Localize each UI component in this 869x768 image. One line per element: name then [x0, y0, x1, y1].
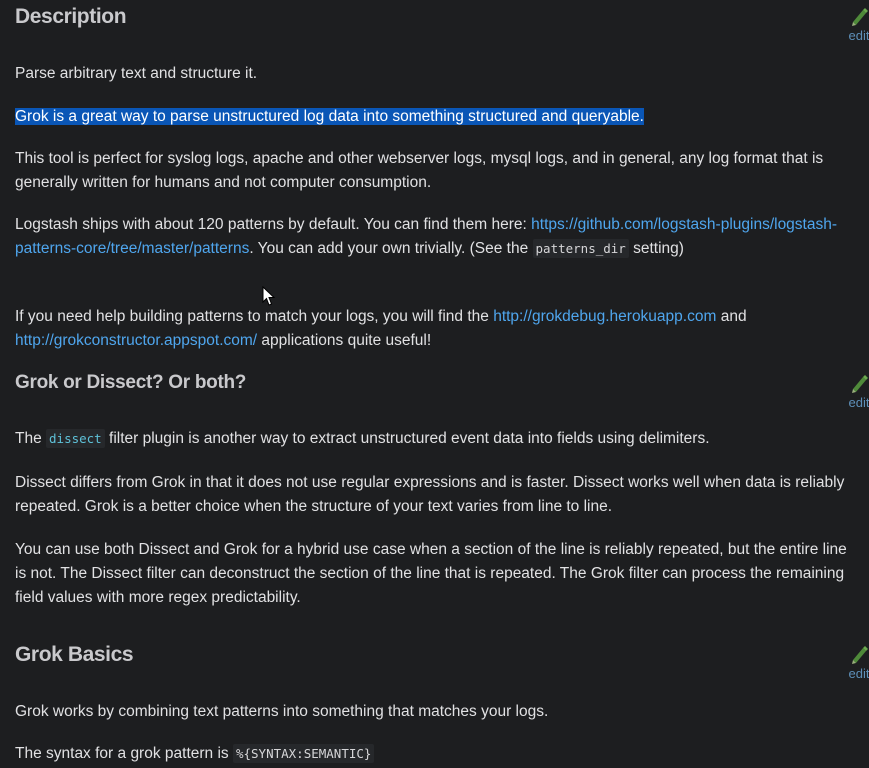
dissect-paragraph-2: Dissect differs from Grok in that it doe…	[15, 474, 845, 515]
dissect-paragraph-3: You can use both Dissect and Grok for a …	[15, 541, 847, 606]
edit-label: edit	[848, 28, 869, 43]
description-heading: Description	[15, 5, 127, 28]
basics-paragraph-2: The syntax for a grok pattern is %{SYNTA…	[15, 742, 375, 766]
dissect-heading: Grok or Dissect? Or both?	[15, 372, 247, 393]
description-paragraph-4: Logstash ships with about 120 patterns b…	[15, 216, 838, 258]
pencil-icon	[852, 8, 868, 26]
dissect-code: dissect	[46, 429, 105, 448]
edit-label: edit	[848, 666, 869, 681]
edit-description-button[interactable]: edit	[844, 5, 869, 43]
edit-basics-button[interactable]: edit	[844, 643, 869, 681]
pencil-icon	[852, 375, 868, 393]
pencil-icon	[852, 646, 868, 664]
basics-heading: Grok Basics	[15, 643, 134, 666]
description-paragraph-3: This tool is perfect for syslog logs, ap…	[15, 150, 824, 191]
patterns-dir-code: patterns_dir	[532, 239, 629, 258]
syntax-code: %{SYNTAX:SEMANTIC}	[232, 744, 375, 763]
dissect-paragraph-1: The dissect filter plugin is another way…	[15, 429, 710, 448]
edit-label: edit	[848, 395, 869, 410]
basics-paragraph-1: Grok works by combining text patterns in…	[15, 703, 549, 720]
edit-dissect-button[interactable]: edit	[844, 372, 869, 410]
grokconstructor-link[interactable]: http://grokconstructor.appspot.com/	[15, 332, 257, 349]
description-paragraph-1: Parse arbitrary text and structure it.	[15, 65, 258, 82]
selected-text: Grok is a great way to parse unstructure…	[15, 108, 644, 125]
description-paragraph-2: Grok is a great way to parse unstructure…	[15, 105, 644, 129]
description-paragraph-5: If you need help building patterns to ma…	[15, 308, 747, 349]
mouse-cursor-icon	[262, 286, 276, 306]
grokdebug-link[interactable]: http://grokdebug.herokuapp.com	[493, 308, 716, 325]
